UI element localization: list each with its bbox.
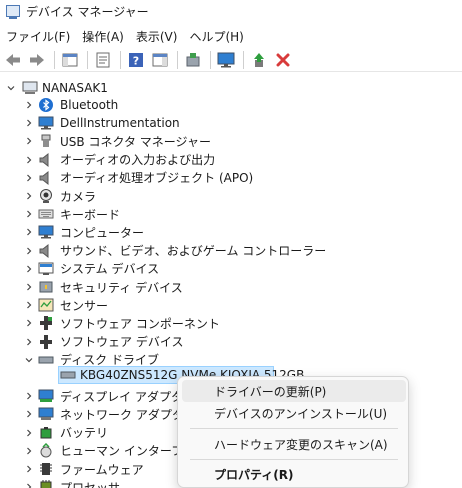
chevron-right-icon[interactable] xyxy=(24,100,34,110)
tree-category-label: オーディオ処理オブジェクト (APO) xyxy=(60,171,254,186)
tree-category-label: Bluetooth xyxy=(60,98,119,112)
speaker-icon xyxy=(38,170,54,186)
menu-file[interactable]: ファイル(F) xyxy=(0,28,76,45)
battery-icon xyxy=(38,425,54,441)
chevron-right-icon[interactable] xyxy=(24,409,34,419)
context-menu-scan-hardware[interactable]: ハードウェア変更のスキャン(A) xyxy=(182,433,406,455)
computer-tower-icon xyxy=(22,80,38,96)
usb-icon xyxy=(38,133,54,149)
menu-action[interactable]: 操作(A) xyxy=(76,28,130,45)
chevron-right-icon[interactable] xyxy=(24,264,34,274)
speaker-icon xyxy=(38,152,54,168)
context-menu-properties[interactable]: プロパティ(R) xyxy=(182,463,406,485)
chevron-right-icon[interactable] xyxy=(24,464,34,474)
toolbar-separator xyxy=(210,50,211,69)
tree-category-label: ソフトウェア コンポーネント xyxy=(60,316,220,331)
forward-arrow-icon[interactable] xyxy=(26,49,48,71)
disk-drive-icon xyxy=(60,367,76,383)
tree-category-label: システム デバイス xyxy=(60,262,160,277)
toolbar-separator xyxy=(87,50,88,69)
chevron-right-icon[interactable] xyxy=(24,227,34,237)
tree-category-label: サウンド、ビデオ、およびゲーム コントローラー xyxy=(60,244,327,259)
uninstall-x-icon[interactable] xyxy=(272,49,294,71)
chevron-down-icon[interactable] xyxy=(6,83,16,93)
tree-category-label: ソフトウェア デバイス xyxy=(60,335,184,350)
toolbar-separator xyxy=(54,50,55,69)
camera-icon xyxy=(38,188,54,204)
disk-drive-icon xyxy=(38,352,54,368)
chevron-right-icon[interactable] xyxy=(24,246,34,256)
chevron-right-icon[interactable] xyxy=(24,136,34,146)
properties-sheet-icon[interactable] xyxy=(92,49,114,71)
chevron-right-icon[interactable] xyxy=(24,300,34,310)
context-menu-uninstall-device[interactable]: デバイスのアンインストール(U) xyxy=(182,402,406,424)
hid-icon xyxy=(38,442,54,459)
update-driver-icon[interactable] xyxy=(248,49,270,71)
title-bar: デバイス マネージャー xyxy=(0,0,462,22)
context-menu-separator xyxy=(190,428,398,429)
tree-category-label: センサー xyxy=(60,298,109,313)
firmware-icon xyxy=(38,461,54,477)
chevron-right-icon[interactable] xyxy=(24,209,34,219)
context-menu: ドライバーの更新(P) デバイスのアンインストール(U) ハードウェア変更のスキ… xyxy=(177,376,409,488)
help-icon[interactable]: ? xyxy=(125,49,147,71)
context-menu-update-driver[interactable]: ドライバーの更新(P) xyxy=(182,380,406,402)
chevron-right-icon[interactable] xyxy=(24,446,34,456)
device-manager-icon xyxy=(6,5,20,19)
monitor-icon[interactable] xyxy=(215,49,237,71)
chevron-right-icon[interactable] xyxy=(24,428,34,438)
tree-root-label: NANASAK1 xyxy=(42,81,108,95)
tree-category-label: USB コネクタ マネージャー xyxy=(60,134,211,149)
svg-text:?: ? xyxy=(133,54,139,67)
chevron-right-icon[interactable] xyxy=(24,155,34,165)
tree-category-label: カメラ xyxy=(60,189,97,204)
bluetooth-icon xyxy=(38,97,54,113)
toolbar-separator xyxy=(243,50,244,69)
show-hide-tree-icon[interactable] xyxy=(59,49,81,71)
monitor-icon xyxy=(38,224,54,240)
software-device-icon xyxy=(38,334,54,350)
chevron-right-icon[interactable] xyxy=(24,391,34,401)
tree-category-label: ファームウェア xyxy=(60,462,144,477)
toolbar-separator xyxy=(177,50,178,69)
toolbar: ? xyxy=(0,48,462,72)
chevron-right-icon[interactable] xyxy=(24,282,34,292)
tree-category-label: プロセッサ xyxy=(60,480,121,488)
system-device-icon xyxy=(38,261,54,277)
scan-hardware-icon[interactable] xyxy=(182,49,204,71)
display-adapter-icon xyxy=(38,388,54,404)
chevron-right-icon[interactable] xyxy=(24,191,34,201)
chevron-right-icon[interactable] xyxy=(24,318,34,328)
speaker-icon xyxy=(38,243,54,259)
processor-icon xyxy=(38,479,54,488)
keyboard-icon xyxy=(38,206,54,222)
sensor-icon xyxy=(38,297,54,313)
chevron-right-icon[interactable] xyxy=(24,482,34,488)
security-device-icon xyxy=(38,279,54,295)
menu-bar: ファイル(F) 操作(A) 表示(V) ヘルプ(H) xyxy=(0,26,462,46)
chevron-right-icon[interactable] xyxy=(24,173,34,183)
chevron-right-icon[interactable] xyxy=(24,337,34,347)
menu-help[interactable]: ヘルプ(H) xyxy=(183,28,249,45)
toolbar-separator xyxy=(120,50,121,69)
window-title: デバイス マネージャー xyxy=(26,4,149,19)
tree-category-label: コンピューター xyxy=(60,225,145,240)
tree-category-label: ディスプレイ アダプター xyxy=(60,389,195,404)
software-component-icon xyxy=(38,315,54,331)
tree-category-label: セキュリティ デバイス xyxy=(60,280,183,295)
menu-view[interactable]: 表示(V) xyxy=(130,28,184,45)
network-adapter-icon xyxy=(38,406,54,422)
tree-category-label: バッテリ xyxy=(60,426,109,441)
back-arrow-icon[interactable] xyxy=(2,49,24,71)
chevron-right-icon[interactable] xyxy=(24,118,34,128)
tree-category-label: DellInstrumentation xyxy=(60,116,180,131)
action-pane-icon[interactable] xyxy=(149,49,171,71)
context-menu-separator xyxy=(190,459,398,460)
tree-category-label: キーボード xyxy=(60,207,121,222)
tree-category-label: ネットワーク アダプター xyxy=(60,407,196,422)
chevron-down-icon[interactable] xyxy=(24,355,34,365)
tree-category-label: オーディオの入力および出力 xyxy=(60,153,216,168)
monitor-icon xyxy=(38,115,54,131)
